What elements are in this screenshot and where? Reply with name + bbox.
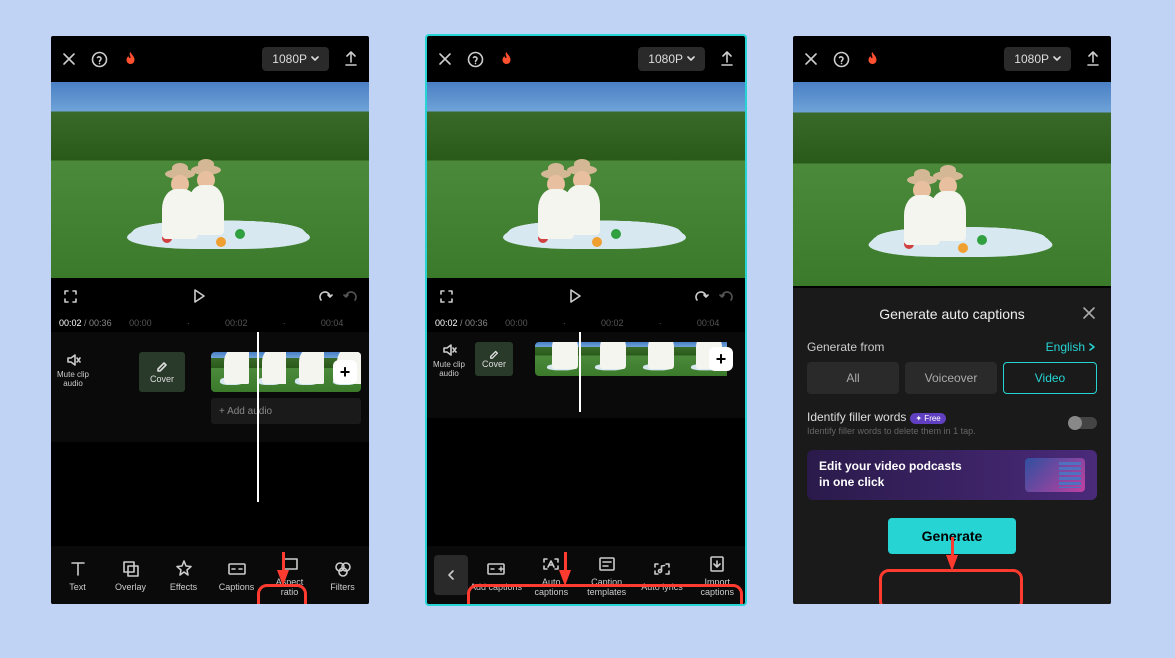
close-icon[interactable]: [61, 51, 77, 67]
editor-screen-3: 1080P Generate auto captions Generate fr…: [793, 36, 1111, 604]
cover-button[interactable]: Cover: [475, 342, 513, 376]
sheet-title: Generate auto captions: [879, 306, 1025, 322]
generate-from-row: Generate from English: [807, 340, 1097, 354]
top-bar: 1080P: [51, 36, 369, 82]
timeline[interactable]: Mute clip audio Cover +: [427, 332, 745, 418]
tool-caption-templates[interactable]: Caption templates: [580, 554, 634, 597]
sheet-header: Generate auto captions: [807, 300, 1097, 328]
source-video[interactable]: Video: [1003, 362, 1097, 394]
language-selector[interactable]: English: [1046, 340, 1097, 354]
promo-text: Edit your video podcastsin one click: [819, 459, 962, 490]
tool-import-captions[interactable]: Import captions: [690, 554, 744, 597]
undo-icon[interactable]: [319, 289, 334, 304]
arrow-to-auto-captions: [559, 570, 571, 586]
back-button[interactable]: [434, 555, 468, 595]
flame-icon[interactable]: [122, 51, 139, 68]
close-icon[interactable]: [437, 51, 453, 67]
tool-captions[interactable]: Captions: [214, 559, 260, 592]
close-sheet-icon[interactable]: [1081, 305, 1097, 324]
filler-subtitle: Identify filler words to delete them in …: [807, 426, 976, 436]
add-clip-button[interactable]: +: [709, 347, 733, 371]
editor-screen-2: 1080P 00:02 / 00:36 00:00·00:02·00:04 Mu…: [427, 36, 745, 604]
tool-filters[interactable]: Filters: [320, 559, 366, 592]
mute-clip-button[interactable]: Mute clip audio: [427, 342, 471, 378]
filler-title: Identify filler words✦ Free: [807, 410, 976, 424]
time-display: 00:02 / 00:36 00:00·00:02·00:04: [51, 314, 369, 332]
fullscreen-icon[interactable]: [63, 289, 78, 304]
filler-words-row: Identify filler words✦ Free Identify fil…: [807, 410, 1097, 436]
promo-banner[interactable]: Edit your video podcastsin one click: [807, 450, 1097, 500]
add-clip-button[interactable]: +: [333, 360, 357, 384]
tool-text[interactable]: Text: [55, 559, 101, 592]
video-preview[interactable]: [793, 82, 1111, 286]
help-icon[interactable]: [467, 51, 484, 68]
resolution-button[interactable]: 1080P: [1004, 47, 1071, 71]
add-audio-row[interactable]: + Add audio: [211, 398, 361, 424]
resolution-button[interactable]: 1080P: [262, 47, 329, 71]
timeline[interactable]: Mute clip audio Cover + + Add audio: [51, 332, 369, 442]
video-preview[interactable]: [427, 82, 745, 278]
time-display: 00:02 / 00:36 00:00·00:02·00:04: [427, 314, 745, 332]
export-icon[interactable]: [719, 51, 735, 67]
player-controls: [51, 278, 369, 314]
player-controls: [427, 278, 745, 314]
play-icon[interactable]: [78, 288, 319, 304]
close-icon[interactable]: [803, 51, 819, 67]
top-bar: 1080P: [793, 36, 1111, 82]
editor-screen-1: 1080P 00:02 / 00:36 00:00·00:02·00:04 Mu…: [51, 36, 369, 604]
play-icon[interactable]: [454, 288, 695, 304]
tool-add-captions[interactable]: Add captions: [469, 559, 523, 592]
tool-auto-lyrics[interactable]: Auto lyrics: [635, 559, 689, 592]
fullscreen-icon[interactable]: [439, 289, 454, 304]
arrow-to-generate: [946, 555, 958, 571]
export-icon[interactable]: [343, 51, 359, 67]
resolution-button[interactable]: 1080P: [638, 47, 705, 71]
top-bar: 1080P: [427, 36, 745, 82]
help-icon[interactable]: [91, 51, 108, 68]
help-icon[interactable]: [833, 51, 850, 68]
cover-button[interactable]: Cover: [139, 352, 185, 392]
arrow-to-captions: [277, 570, 289, 586]
undo-icon[interactable]: [695, 289, 710, 304]
playhead[interactable]: [579, 332, 581, 412]
redo-icon[interactable]: [342, 289, 357, 304]
playhead[interactable]: [257, 332, 259, 502]
redo-icon[interactable]: [718, 289, 733, 304]
free-badge: ✦ Free: [910, 413, 945, 424]
captions-toolbar: Add captions Auto captions Caption templ…: [427, 546, 745, 604]
bottom-toolbar: Text Overlay Effects Captions Aspect rat…: [51, 546, 369, 604]
export-icon[interactable]: [1085, 51, 1101, 67]
video-preview[interactable]: [51, 82, 369, 278]
tool-aspect-ratio[interactable]: Aspect ratio: [267, 554, 313, 597]
promo-image: [1025, 458, 1085, 492]
video-clip[interactable]: [535, 342, 737, 376]
mute-clip-button[interactable]: Mute clip audio: [51, 352, 95, 388]
generate-from-label: Generate from: [807, 340, 884, 354]
tool-effects[interactable]: Effects: [161, 559, 207, 592]
tool-overlay[interactable]: Overlay: [108, 559, 154, 592]
source-all[interactable]: All: [807, 362, 899, 394]
flame-icon[interactable]: [498, 51, 515, 68]
flame-icon[interactable]: [864, 51, 881, 68]
source-voiceover[interactable]: Voiceover: [905, 362, 997, 394]
source-segmented-control: All Voiceover Video: [807, 362, 1097, 394]
filler-toggle[interactable]: [1069, 417, 1097, 429]
